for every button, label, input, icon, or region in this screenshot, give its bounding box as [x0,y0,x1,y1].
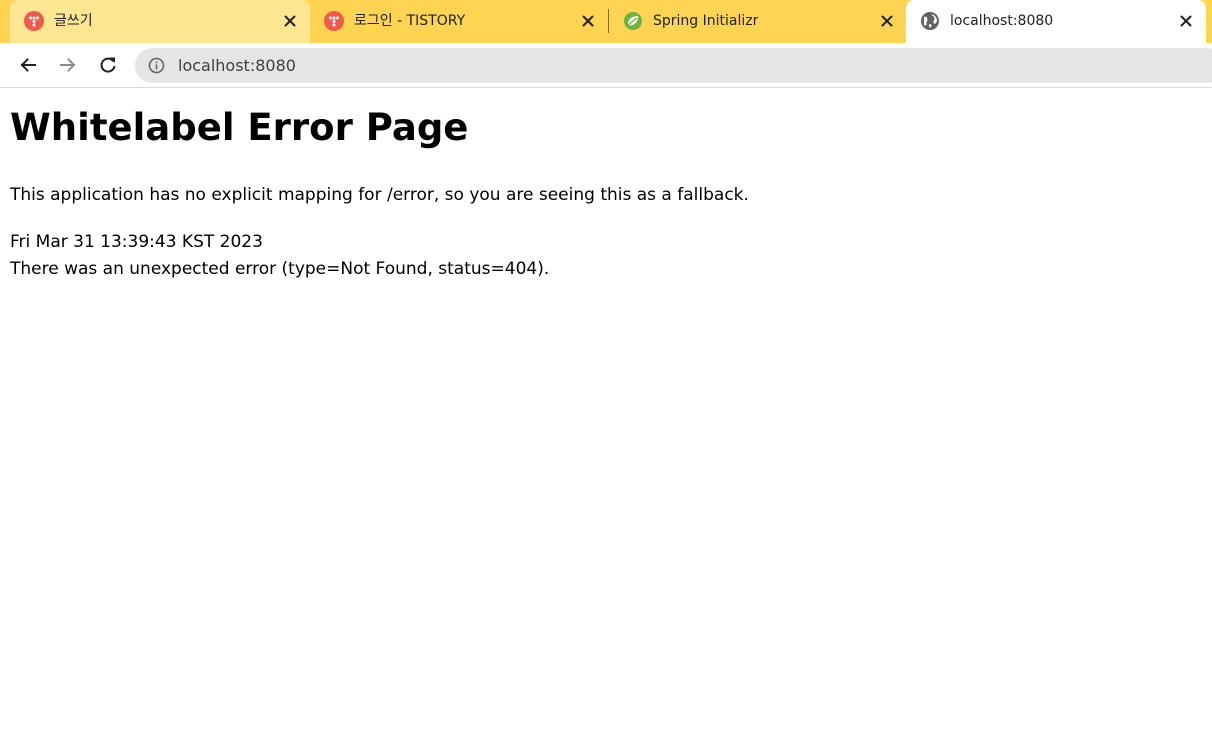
tab-login-tistory[interactable]: 로그인 - TISTORY [310,0,608,43]
spring-leaf-icon [624,12,642,30]
arrow-left-icon [20,58,36,72]
close-tab-button[interactable] [578,11,598,31]
tistory-icon [324,11,344,31]
tab-title: localhost:8080 [950,13,1054,29]
page-title: Whitelabel Error Page [10,106,469,149]
tistory-icon [24,11,44,31]
browser-toolbar [0,43,1212,88]
url-input[interactable] [178,56,1078,75]
reload-button[interactable] [95,52,121,78]
close-tab-button[interactable] [877,11,897,31]
forward-button[interactable] [55,52,81,78]
close-icon [1180,15,1192,27]
tab-spring-initializr[interactable]: Spring Initializr [609,0,906,43]
tab-localhost[interactable]: localhost:8080 [906,0,1206,43]
close-icon [881,15,893,27]
tab-write[interactable]: 글쓰기 [10,0,310,43]
error-detail: There was an unexpected error (type=Not … [10,259,550,279]
info-icon[interactable] [148,57,165,74]
close-icon [284,15,296,27]
tab-title: Spring Initializr [653,13,759,29]
back-button[interactable] [15,52,41,78]
reload-icon [100,57,116,73]
close-tab-button[interactable] [1176,11,1196,31]
fallback-message: This application has no explicit mapping… [10,185,749,205]
close-tab-button[interactable] [280,11,300,31]
globe-icon [921,12,939,30]
tab-strip: 글쓰기 로그인 - TISTORY Spring Initializr loca… [0,0,1212,43]
close-icon [582,15,594,27]
page-content: Whitelabel Error Page This application h… [0,89,1212,730]
address-bar[interactable] [135,48,1212,83]
tab-title: 글쓰기 [54,13,93,29]
error-timestamp: Fri Mar 31 13:39:43 KST 2023 [10,232,263,252]
arrow-right-icon [60,58,76,72]
tab-title: 로그인 - TISTORY [354,13,466,29]
